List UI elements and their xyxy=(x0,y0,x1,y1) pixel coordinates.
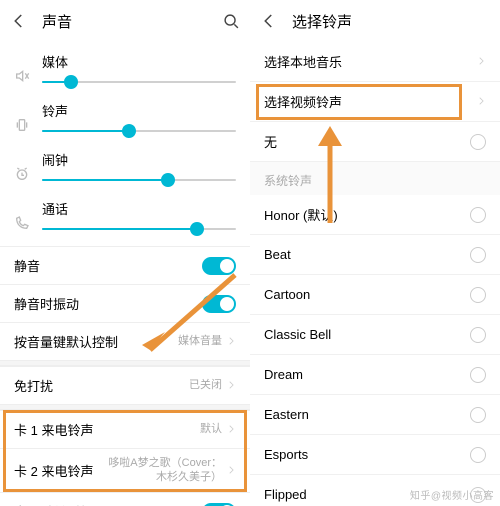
page-title-select-ringtone: 选择铃声 xyxy=(292,11,490,32)
ringtone-item[interactable]: Eastern xyxy=(250,395,500,435)
ringtone-label: Esports xyxy=(264,447,470,462)
alarm-slider[interactable]: 闹钟 xyxy=(42,150,236,187)
sim2-ringtone-row[interactable]: 卡 2 来电铃声 哆啦A梦之歌（Cover：木杉久美子） xyxy=(0,448,250,492)
ringtone-item[interactable]: Beat xyxy=(250,235,500,275)
sim1-vibrate-row[interactable]: 卡 1 响铃时振动 xyxy=(0,492,250,506)
ringtone-label: Cartoon xyxy=(264,287,470,302)
ringtone-label: Flipped xyxy=(264,487,470,502)
radio-unchecked[interactable] xyxy=(470,327,486,343)
chevron-right-icon xyxy=(226,333,236,351)
ringtone-label: Beat xyxy=(264,247,470,262)
ringtone-slider[interactable]: 铃声 xyxy=(42,101,236,138)
radio-unchecked[interactable] xyxy=(470,287,486,303)
radio-unchecked[interactable] xyxy=(470,207,486,223)
vibrate-on-mute-toggle[interactable] xyxy=(202,295,236,313)
ringtone-item[interactable]: Flipped xyxy=(250,475,500,506)
chevron-right-icon xyxy=(226,377,236,395)
vibrate-icon xyxy=(10,101,34,133)
ringtone-label: Dream xyxy=(264,367,470,382)
volume-key-row[interactable]: 按音量键默认控制 媒体音量 xyxy=(0,322,250,360)
back-icon[interactable] xyxy=(10,12,28,30)
chevron-right-icon xyxy=(226,421,236,439)
chevron-right-icon xyxy=(476,93,486,111)
none-row[interactable]: 无 xyxy=(250,122,500,162)
ringtone-label: Honor (默认) xyxy=(264,205,470,224)
back-icon[interactable] xyxy=(260,12,278,30)
chevron-right-icon xyxy=(476,53,486,71)
ringtone-item[interactable]: Esports xyxy=(250,435,500,475)
mute-row[interactable]: 静音 xyxy=(0,246,250,284)
radio-unchecked[interactable] xyxy=(470,407,486,423)
radio-unchecked[interactable] xyxy=(470,447,486,463)
media-slider[interactable]: 媒体 xyxy=(42,52,236,89)
ringtone-item[interactable]: Cartoon xyxy=(250,275,500,315)
video-ringtone-row[interactable]: 选择视频铃声 xyxy=(250,82,500,122)
dnd-row[interactable]: 免打扰 已关闭 xyxy=(0,366,250,404)
alarm-icon xyxy=(10,150,34,182)
ringtone-item[interactable]: Dream xyxy=(250,355,500,395)
radio-unchecked[interactable] xyxy=(470,367,486,383)
mute-toggle[interactable] xyxy=(202,257,236,275)
sim1-vibrate-toggle[interactable] xyxy=(202,503,236,506)
search-icon[interactable] xyxy=(223,13,240,30)
local-music-row[interactable]: 选择本地音乐 xyxy=(250,42,500,82)
ringtone-label: Eastern xyxy=(264,407,470,422)
radio-unchecked[interactable] xyxy=(470,487,486,503)
ringtone-item[interactable]: Classic Bell xyxy=(250,315,500,355)
call-slider[interactable]: 通话 xyxy=(42,199,236,236)
radio-unchecked[interactable] xyxy=(470,134,486,150)
volume-off-icon xyxy=(10,52,34,84)
system-ringtone-section: 系统铃声 xyxy=(250,162,500,195)
sim1-ringtone-row[interactable]: 卡 1 来电铃声 默认 xyxy=(0,410,250,448)
page-title-sound: 声音 xyxy=(42,11,223,32)
chevron-right-icon xyxy=(226,462,236,480)
radio-unchecked[interactable] xyxy=(470,247,486,263)
vibrate-on-mute-row[interactable]: 静音时振动 xyxy=(0,284,250,322)
ringtone-item[interactable]: Honor (默认) xyxy=(250,195,500,235)
call-icon xyxy=(10,199,34,231)
ringtone-label: Classic Bell xyxy=(264,327,470,342)
